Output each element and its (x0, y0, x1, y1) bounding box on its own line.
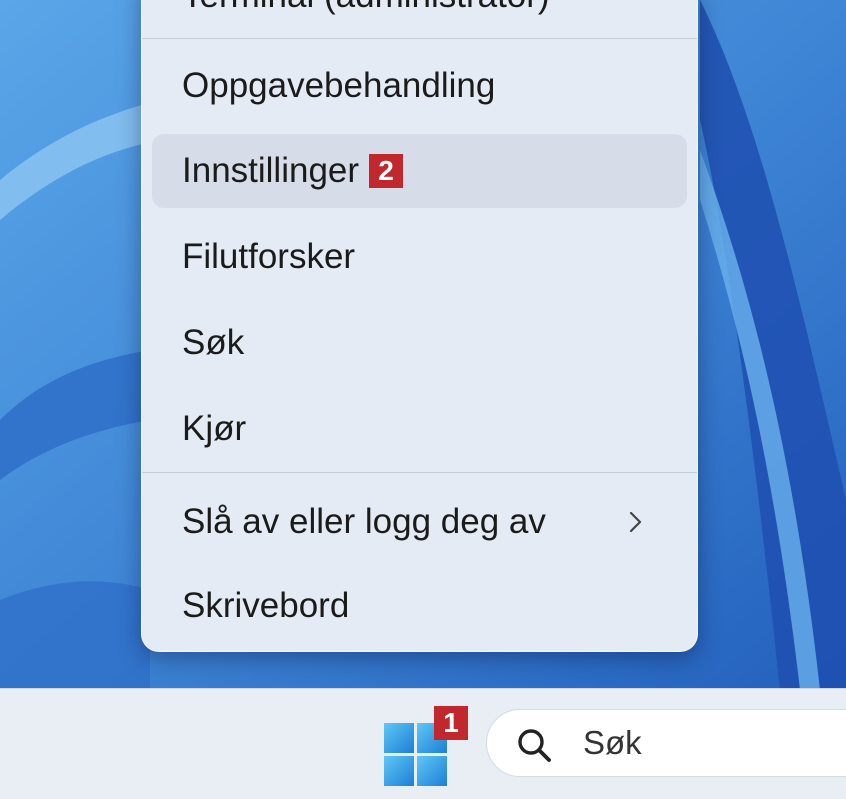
menu-divider (142, 472, 697, 473)
menu-item-label: Søk (182, 323, 245, 362)
menu-item-settings[interactable]: Innstillinger 2 (152, 134, 687, 208)
menu-item-run[interactable]: Kjør (152, 392, 687, 466)
menu-item-file-explorer[interactable]: Filutforsker (152, 220, 687, 294)
taskbar: 1 Søk (0, 688, 846, 799)
menu-item-label: Oppgavebehandling (182, 66, 496, 105)
menu-item-label: Skrivebord (182, 586, 350, 625)
winx-context-menu: Terminal (administrator) Oppgavebehandli… (141, 0, 698, 652)
menu-item-terminal-admin[interactable]: Terminal (administrator) (152, 0, 687, 33)
step-badge-1: 1 (434, 706, 468, 740)
menu-divider (142, 38, 697, 39)
menu-item-label: Slå av eller logg deg av (182, 502, 546, 541)
menu-item-label: Filutforsker (182, 237, 356, 276)
menu-item-task-manager[interactable]: Oppgavebehandling (152, 49, 687, 123)
menu-item-desktop[interactable]: Skrivebord (152, 569, 687, 643)
menu-item-search[interactable]: Søk (152, 306, 687, 380)
search-placeholder: Søk (583, 724, 642, 761)
chevron-right-icon (629, 511, 642, 533)
menu-item-label: Terminal (administrator) (182, 0, 550, 16)
taskbar-search-box[interactable]: Søk (486, 709, 846, 777)
step-badge-2: 2 (369, 154, 404, 188)
menu-item-shutdown-signout[interactable]: Slå av eller logg deg av (152, 485, 687, 559)
menu-item-label: Innstillinger (182, 151, 360, 190)
menu-item-label: Kjør (182, 409, 247, 448)
search-icon (518, 729, 551, 762)
